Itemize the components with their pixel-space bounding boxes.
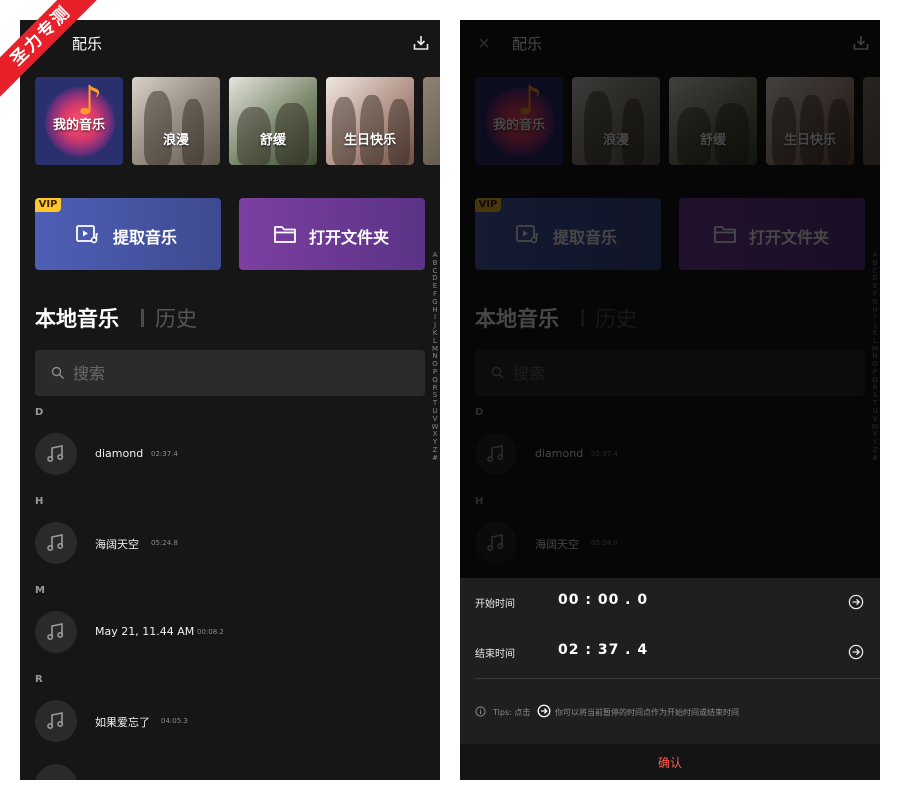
song-duration: 05:24.8 [151,539,178,547]
group-letter: M [35,585,45,596]
song-row[interactable]: 海阔天空 05:24.8 [35,522,425,568]
download-icon[interactable] [412,34,430,52]
category-soothing[interactable]: 舒缓 [229,77,317,165]
song-duration: 04:05.3 [161,717,188,725]
video-music-icon [76,225,98,244]
song-thumbnail [35,522,77,564]
song-row[interactable]: diamond 02:37.4 [35,433,425,479]
category-my-music[interactable]: ♪ 我的音乐 [35,77,123,165]
song-thumbnail [35,611,77,653]
music-note-icon [47,623,64,641]
start-time-row: 开始时间 00 : 00 . 0 [460,578,880,628]
category-romantic[interactable]: 浪漫 [132,77,220,165]
song-thumbnail [35,433,77,475]
category-more[interactable] [423,77,440,165]
song-title: May 21, 11.44 AM [95,625,195,638]
search-icon [51,366,64,379]
set-current-time-icon[interactable] [848,594,864,610]
song-row[interactable]: 如果爱忘了 04:05.3 [35,700,425,746]
tips-text: Tips: 点击 你可以将当前暂停的时间点作为开始时间或结束时间 [475,704,870,724]
category-label: 浪漫 [162,133,189,148]
confirm-button[interactable]: 确认 [460,744,880,780]
start-time-value[interactable]: 00 : 00 . 0 [558,592,648,608]
song-title: 如果爱忘了 [95,716,150,729]
group-letter: D [35,407,44,418]
song-duration: 00:08.2 [197,628,224,636]
time-range-sheet: 开始时间 00 : 00 . 0 结束时间 02 : 37 . 4 Tips: … [460,578,880,780]
song-title: 海阔天空 [95,538,139,551]
search-input[interactable] [73,362,373,384]
category-birthday[interactable]: 生日快乐 [326,77,414,165]
song-thumbnail [35,764,77,780]
extract-music-label: 提取音乐 [113,228,178,247]
top-bar: ✕ 配乐 [20,20,440,68]
open-folder-button[interactable]: 打开文件夹 [239,198,425,270]
search-box[interactable] [35,350,425,396]
tab-local-music[interactable]: 本地音乐 [35,303,119,333]
set-current-time-icon[interactable] [848,644,864,660]
tab-divider [141,309,144,327]
set-current-time-icon [537,704,551,718]
divider [475,678,880,679]
music-note-icon [47,712,64,730]
end-time-label: 结束时间 [475,649,515,660]
song-thumbnail [35,700,77,742]
category-label: 我的音乐 [52,118,105,133]
extract-music-button[interactable]: VIP 提取音乐 [35,198,221,270]
tab-history[interactable]: 历史 [155,303,197,333]
open-folder-label: 打开文件夹 [309,228,390,247]
category-label: 舒缓 [259,133,286,148]
group-letter: H [35,496,44,507]
song-duration: 02:37.4 [151,450,178,458]
alphabet-index[interactable]: A B C D E F G H I J K L M N O P Q R S T … [430,251,440,463]
end-time-value[interactable]: 02 : 37 . 4 [558,642,648,658]
confirm-bar: 确认 [460,744,880,780]
category-label: 生日快乐 [343,133,396,148]
category-row: ♪ 我的音乐 浪漫 舒缓 生日快乐 [35,77,440,165]
song-title: diamond [95,447,144,460]
song-row[interactable]: May 21, 11.44 AM 00:08.2 [35,611,425,657]
trim-music-screen: ✕ 配乐 ♪ 我的音乐 浪漫 舒缓 生日快乐 [460,20,880,780]
music-note-icon [47,534,64,552]
music-library-screen: ✕ 配乐 ♪ 我的音乐 浪漫 舒缓 生日快乐 [20,20,440,780]
tips-prefix: Tips: 点击 [493,708,531,717]
music-note-icon [47,445,64,463]
folder-icon [274,226,296,243]
vip-badge: VIP [35,198,61,212]
song-row[interactable] [35,764,425,780]
group-letter: R [35,674,43,685]
info-icon [475,706,486,717]
page-title: 配乐 [72,35,103,53]
start-time-label: 开始时间 [475,599,515,610]
end-time-row: 结束时间 02 : 37 . 4 [460,628,880,678]
tips-suffix: 你可以将当前暂停的时间点作为开始时间或结束时间 [555,708,739,717]
modal-overlay[interactable] [460,20,880,578]
